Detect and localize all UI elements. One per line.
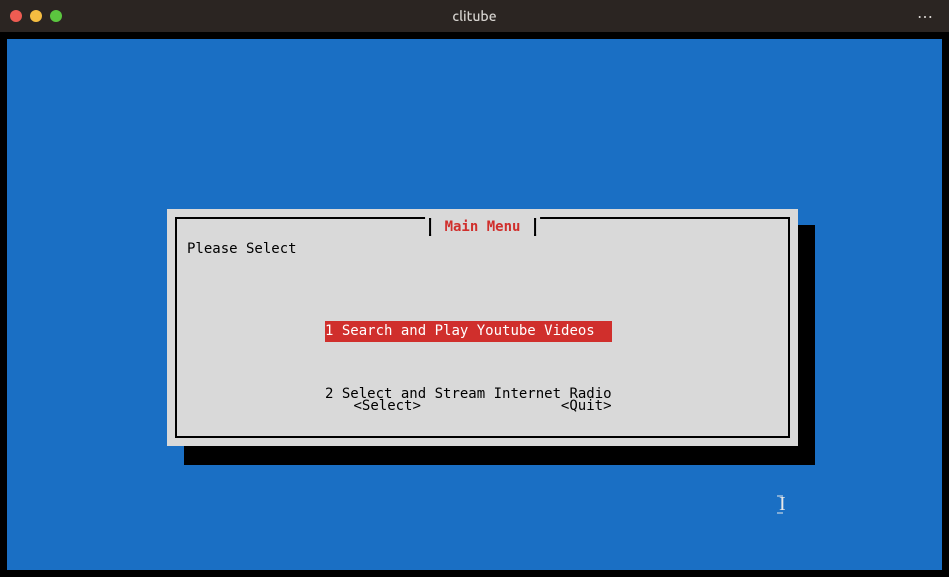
- window-controls: [10, 10, 62, 22]
- title-bracket-left: [429, 218, 431, 236]
- terminal-background: Main Menu Please Select 1 Search and Pla…: [7, 39, 942, 570]
- title-bracket-right: [534, 218, 536, 236]
- select-button[interactable]: <Select>: [353, 398, 420, 414]
- window-menu-button[interactable]: ⋯: [917, 7, 939, 26]
- menu-item-1[interactable]: 1 Search and Play Youtube Videos: [325, 321, 612, 342]
- terminal-area: Main Menu Please Select 1 Search and Pla…: [0, 32, 949, 577]
- dialog-title-box: Main Menu: [425, 217, 541, 237]
- menu-items-list: 1 Search and Play Youtube Videos 2 Selec…: [325, 279, 612, 510]
- dialog-title: Main Menu: [441, 217, 525, 237]
- text-cursor-icon-base: ⎯: [777, 505, 783, 520]
- maximize-window-button[interactable]: [50, 10, 62, 22]
- window-titlebar: clitube ⋯: [0, 0, 949, 32]
- menu-item-3[interactable]: 3 Play Local Files from Directory: [325, 447, 612, 468]
- quit-button[interactable]: <Quit>: [561, 398, 612, 414]
- close-window-button[interactable]: [10, 10, 22, 22]
- dialog-buttons: <Select> <Quit>: [177, 398, 788, 414]
- minimize-window-button[interactable]: [30, 10, 42, 22]
- text-cursor-icon-cap: ⎯: [777, 488, 783, 503]
- window-title: clitube: [452, 8, 496, 24]
- main-menu-dialog: Main Menu Please Select 1 Search and Pla…: [167, 209, 798, 446]
- dialog-border: Main Menu Please Select 1 Search and Pla…: [175, 217, 790, 438]
- dialog-prompt: Please Select: [187, 241, 297, 257]
